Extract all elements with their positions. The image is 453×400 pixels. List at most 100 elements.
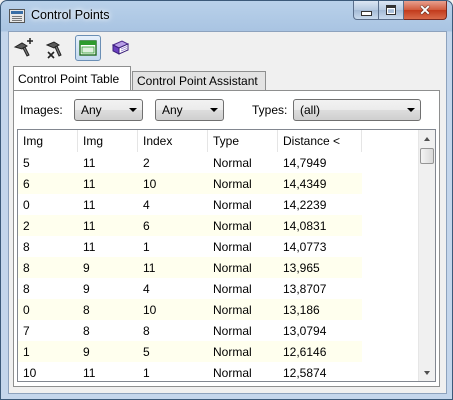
images-label: Images:: [20, 103, 63, 117]
arrow-down-icon: [424, 370, 430, 375]
column-header-index[interactable]: Index: [138, 130, 208, 152]
cell-img1: 6: [23, 177, 30, 191]
cell-type: Normal: [213, 240, 252, 254]
cell-distance: 14,0831: [283, 219, 327, 233]
scroll-thumb[interactable]: [420, 148, 434, 164]
image1-select-value: Any: [81, 103, 102, 117]
table-row[interactable]: 0 11 4 Normal 14,2239: [18, 194, 417, 215]
toolbar: [11, 35, 139, 61]
cell-distance: 14,7949: [283, 156, 327, 170]
cell-img1: 2: [23, 219, 30, 233]
table-row[interactable]: 10 11 1 Normal 12,5874: [18, 362, 417, 381]
chevron-down-icon: [210, 108, 218, 112]
arrow-up-icon: [424, 136, 430, 141]
table-row[interactable]: 5 11 2 Normal 14,7949: [18, 152, 417, 173]
cell-img2: 11: [83, 366, 96, 380]
cell-index: 10: [143, 303, 157, 317]
cell-img2: 11: [83, 219, 96, 233]
image2-select-value: Any: [162, 103, 183, 117]
cell-index: 8: [143, 324, 150, 338]
tab-control-point-table[interactable]: Control Point Table: [13, 66, 131, 90]
book-icon: [111, 40, 130, 55]
table-row[interactable]: 2 11 6 Normal 14,0831: [18, 215, 417, 236]
cell-img1: 5: [23, 156, 30, 170]
cell-index: 4: [143, 198, 150, 212]
book-button[interactable]: [107, 35, 133, 61]
cell-img2: 9: [83, 261, 90, 275]
table-row[interactable]: 7 8 8 Normal 13,0794: [18, 320, 417, 341]
delete-point-tool-button[interactable]: [43, 35, 69, 61]
add-point-tool-button[interactable]: [11, 35, 37, 61]
cell-img1: 0: [23, 198, 30, 212]
scroll-up-button[interactable]: [419, 130, 435, 147]
close-button[interactable]: ✕: [404, 1, 447, 20]
title-bar[interactable]: Control Points ✕: [1, 1, 452, 31]
caption-buttons: ✕: [353, 1, 447, 20]
cell-img1: 8: [23, 282, 30, 296]
cell-distance: 14,0773: [283, 240, 327, 254]
cell-img2: 9: [83, 282, 90, 296]
types-label: Types:: [252, 103, 288, 117]
cell-img1: 8: [23, 240, 30, 254]
client-area: Control Point Table Control Point Assist…: [8, 31, 447, 394]
cell-index: 4: [143, 282, 150, 296]
table-row[interactable]: 6 11 10 Normal 14,4349: [18, 173, 417, 194]
table-view-icon: [79, 40, 97, 56]
filter-row: Images: Any Any Types: (all): [14, 91, 439, 125]
window-title: Control Points: [31, 8, 110, 22]
cell-distance: 13,8707: [283, 282, 327, 296]
control-points-table[interactable]: Img Img Index Type Distance < 5 11 2 Normal…: [17, 129, 436, 382]
scroll-down-button[interactable]: [419, 364, 435, 381]
cell-type: Normal: [213, 219, 252, 233]
cell-img1: 1: [23, 345, 30, 359]
tab-control-point-assistant[interactable]: Control Point Assistant: [132, 71, 266, 91]
cell-type: Normal: [213, 261, 252, 275]
cell-index: 6: [143, 219, 150, 233]
cell-distance: 12,6146: [283, 345, 327, 359]
cell-type: Normal: [213, 177, 252, 191]
cell-type: Normal: [213, 303, 252, 317]
cell-index: 10: [143, 177, 157, 191]
cell-distance: 13,186: [283, 303, 320, 317]
cell-type: Normal: [213, 324, 252, 338]
column-header-distance[interactable]: Distance <: [278, 130, 362, 152]
cell-index: 11: [143, 261, 156, 275]
column-header-img1[interactable]: Img: [18, 130, 78, 152]
table-row[interactable]: 1 9 5 Normal 12,6146: [18, 341, 417, 362]
minimize-icon: [360, 10, 372, 16]
cell-type: Normal: [213, 366, 252, 380]
column-header-img2[interactable]: Img: [78, 130, 138, 152]
cell-type: Normal: [213, 198, 252, 212]
cell-index: 5: [143, 345, 150, 359]
maximize-button[interactable]: [379, 1, 404, 20]
table-row[interactable]: 8 9 4 Normal 13,8707: [18, 278, 417, 299]
cell-distance: 14,4349: [283, 177, 327, 191]
cell-img1: 7: [23, 324, 30, 338]
cell-img2: 11: [83, 156, 96, 170]
close-icon: ✕: [419, 2, 431, 18]
cell-img1: 8: [23, 261, 30, 275]
column-header-type[interactable]: Type: [208, 130, 278, 152]
chevron-down-icon: [407, 108, 415, 112]
table-row[interactable]: 0 8 10 Normal 13,186: [18, 299, 417, 320]
types-select[interactable]: (all): [293, 99, 421, 121]
minimize-button[interactable]: [353, 1, 379, 20]
maximize-icon: [386, 5, 396, 15]
table-view-button[interactable]: [75, 35, 101, 61]
image1-select[interactable]: Any: [74, 99, 143, 121]
cell-img2: 9: [83, 345, 90, 359]
cell-img2: 8: [83, 303, 90, 317]
cell-distance: 12,5874: [283, 366, 327, 380]
control-points-window: Control Points ✕ Control Point Table Con…: [0, 0, 453, 400]
cell-img1: 0: [23, 303, 30, 317]
table-row[interactable]: 8 9 11 Normal 13,965: [18, 257, 417, 278]
cell-distance: 13,965: [283, 261, 320, 275]
table-row[interactable]: 8 11 1 Normal 14,0773: [18, 236, 417, 257]
cell-img2: 11: [83, 177, 96, 191]
cell-distance: 13,0794: [283, 324, 327, 338]
cell-img2: 11: [83, 198, 96, 212]
cell-img2: 11: [83, 240, 96, 254]
image2-select[interactable]: Any: [155, 99, 224, 121]
vertical-scrollbar[interactable]: [418, 130, 435, 381]
app-icon[interactable]: [9, 9, 25, 23]
